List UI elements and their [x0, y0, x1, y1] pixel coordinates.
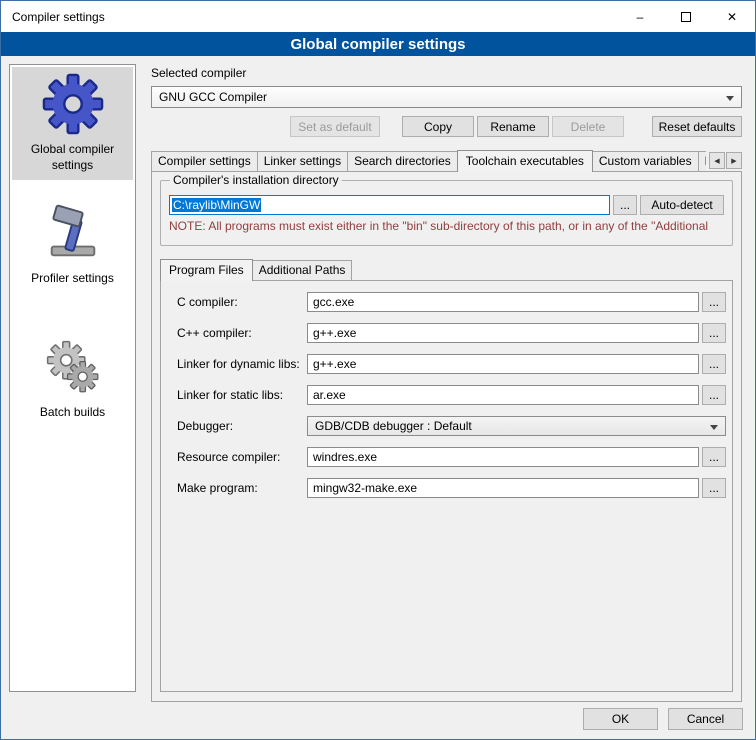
tab-search-directories[interactable]: Search directories [347, 151, 458, 171]
field-value: g++.exe [313, 326, 356, 340]
chevron-down-icon [726, 96, 734, 101]
chevron-down-icon [710, 425, 718, 430]
resource-compiler-input[interactable]: windres.exe [307, 447, 699, 467]
ok-button[interactable]: OK [583, 708, 658, 730]
tab-build-options[interactable]: Build options [698, 151, 706, 171]
compiler-select-value: GNU GCC Compiler [159, 90, 267, 104]
compiler-settings-dialog: Compiler settings – ✕ Global compiler se… [0, 0, 756, 740]
tab-program-files[interactable]: Program Files [160, 259, 253, 281]
maximize-icon [681, 12, 691, 22]
sidebar-item-label: Batch builds [40, 405, 105, 421]
installation-directory-note: NOTE: All programs must exist either in … [169, 219, 724, 233]
field-label: Debugger: [177, 419, 307, 433]
window-controls: – ✕ [617, 1, 755, 32]
cpp-compiler-input[interactable]: g++.exe [307, 323, 699, 343]
minimize-button[interactable]: – [617, 1, 663, 32]
profiler-hammer-icon [42, 202, 104, 264]
set-as-default-button[interactable]: Set as default [290, 116, 380, 137]
compiler-buttons-row: Set as default Copy Rename Delete Reset … [151, 116, 742, 137]
dynamic-linker-row: Linker for dynamic libs: g++.exe ... [177, 354, 726, 374]
settings-tab-strip: Compiler settings Linker settings Search… [151, 150, 742, 172]
static-linker-row: Linker for static libs: ar.exe ... [177, 385, 726, 405]
make-program-row: Make program: mingw32-make.exe ... [177, 478, 726, 498]
close-button[interactable]: ✕ [709, 1, 755, 32]
cpp-compiler-row: C++ compiler: g++.exe ... [177, 323, 726, 343]
titlebar[interactable]: Compiler settings – ✕ [1, 1, 755, 32]
window-title: Compiler settings [1, 10, 105, 24]
close-icon: ✕ [727, 10, 737, 24]
dynamic-linker-input[interactable]: g++.exe [307, 354, 699, 374]
debugger-select[interactable]: GDB/CDB debugger : Default [307, 416, 726, 436]
sidebar-item-label: Profiler settings [31, 271, 114, 287]
gear-icon [42, 73, 104, 135]
main-area: Selected compiler GNU GCC Compiler Set a… [151, 64, 742, 702]
resource-compiler-browse-button[interactable]: ... [702, 447, 726, 467]
field-value: mingw32-make.exe [313, 481, 417, 495]
selected-compiler-label: Selected compiler [151, 64, 742, 80]
cpp-compiler-browse-button[interactable]: ... [702, 323, 726, 343]
make-program-input[interactable]: mingw32-make.exe [307, 478, 699, 498]
compiler-select[interactable]: GNU GCC Compiler [151, 86, 742, 108]
field-label: C++ compiler: [177, 326, 307, 340]
dynamic-linker-browse-button[interactable]: ... [702, 354, 726, 374]
tab-scroll-right-icon[interactable]: ▶ [726, 152, 742, 169]
static-linker-browse-button[interactable]: ... [702, 385, 726, 405]
c-compiler-browse-button[interactable]: ... [702, 292, 726, 312]
field-label: C compiler: [177, 295, 307, 309]
tab-scroll-buttons: ◀ ▶ [709, 152, 742, 169]
page-title: Global compiler settings [1, 32, 755, 56]
sidebar-item-label: Global compiler settings [14, 142, 131, 173]
field-value: g++.exe [313, 357, 356, 371]
settings-category-sidebar: Global compiler settings Profiler settin… [9, 64, 136, 692]
tab-additional-paths[interactable]: Additional Paths [252, 260, 353, 280]
c-compiler-row: C compiler: gcc.exe ... [177, 292, 726, 312]
c-compiler-input[interactable]: gcc.exe [307, 292, 699, 312]
auto-detect-button[interactable]: Auto-detect [640, 195, 724, 215]
field-label: Linker for dynamic libs: [177, 357, 307, 371]
installation-directory-group: Compiler's installation directory C:\ray… [160, 180, 733, 246]
resource-compiler-row: Resource compiler: windres.exe ... [177, 447, 726, 467]
field-value: ar.exe [313, 388, 346, 402]
installation-directory-value: C:\raylib\MinGW [172, 198, 261, 212]
static-linker-input[interactable]: ar.exe [307, 385, 699, 405]
delete-button[interactable]: Delete [552, 116, 624, 137]
tab-linker-settings[interactable]: Linker settings [257, 151, 348, 171]
minimize-icon: – [637, 10, 644, 24]
cancel-button[interactable]: Cancel [668, 708, 743, 730]
dialog-footer: OK Cancel [583, 708, 743, 730]
gears-stack-icon [42, 336, 104, 398]
copy-button[interactable]: Copy [402, 116, 474, 137]
sub-tabs: Program Files Additional Paths [160, 259, 733, 281]
tab-compiler-settings[interactable]: Compiler settings [151, 151, 258, 171]
debugger-select-value: GDB/CDB debugger : Default [315, 419, 472, 433]
field-label: Linker for static libs: [177, 388, 307, 402]
tab-scroll-left-icon[interactable]: ◀ [709, 152, 725, 169]
make-program-browse-button[interactable]: ... [702, 478, 726, 498]
field-value: windres.exe [313, 450, 377, 464]
tab-toolchain-executables[interactable]: Toolchain executables [457, 150, 593, 172]
rename-button[interactable]: Rename [477, 116, 549, 137]
field-value: gcc.exe [313, 295, 354, 309]
sidebar-item-batch-builds[interactable]: Batch builds [12, 330, 133, 428]
tab-custom-variables[interactable]: Custom variables [592, 151, 699, 171]
sidebar-item-global-compiler-settings[interactable]: Global compiler settings [12, 67, 133, 180]
installation-directory-input[interactable]: C:\raylib\MinGW [169, 195, 610, 215]
tabs: Compiler settings Linker settings Search… [151, 150, 706, 172]
installation-directory-group-title: Compiler's installation directory [170, 173, 342, 187]
programs-sub-tab-strip: Program Files Additional Paths [160, 259, 733, 281]
maximize-button[interactable] [663, 1, 709, 32]
field-label: Resource compiler: [177, 450, 307, 464]
installation-directory-row: C:\raylib\MinGW ... Auto-detect [169, 195, 724, 215]
field-label: Make program: [177, 481, 307, 495]
installation-directory-browse-button[interactable]: ... [613, 195, 637, 215]
toolchain-executables-panel: Compiler's installation directory C:\ray… [151, 171, 742, 702]
reset-defaults-button[interactable]: Reset defaults [652, 116, 742, 137]
debugger-row: Debugger: GDB/CDB debugger : Default [177, 416, 726, 436]
program-files-panel: C compiler: gcc.exe ... C++ compiler: g+… [160, 280, 733, 692]
sidebar-item-profiler-settings[interactable]: Profiler settings [12, 196, 133, 294]
